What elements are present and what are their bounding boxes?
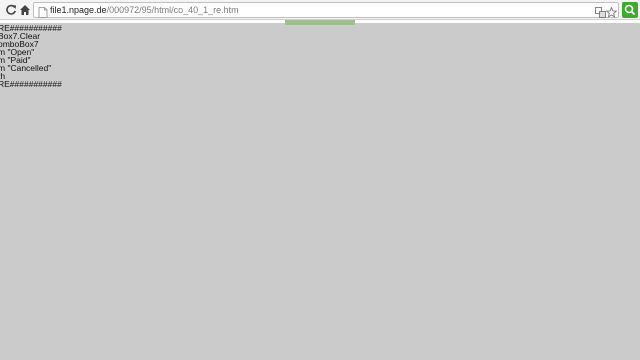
- reload-icon[interactable]: [4, 3, 18, 17]
- code-line: RE###########: [0, 79, 62, 89]
- url-host: file1.npage.de: [50, 5, 107, 15]
- page-content: RE########### Box7.Clear omboBox7 m "Ope…: [0, 24, 640, 360]
- star-icon[interactable]: [605, 5, 618, 18]
- page-icon: [38, 5, 48, 18]
- extension-icon[interactable]: [622, 2, 638, 18]
- translate-icon[interactable]: [595, 5, 606, 18]
- address-bar[interactable]: file1.npage.de/000972/95/html/co_40_1_re…: [33, 2, 619, 18]
- code-line: m "Cancelled": [0, 63, 52, 73]
- url-path: /000972/95/html/co_40_1_re.htm: [106, 5, 239, 15]
- home-icon[interactable]: [18, 3, 32, 17]
- code-text: RE########### Box7.Clear omboBox7 m "Ope…: [0, 24, 62, 88]
- url-text[interactable]: file1.npage.de/000972/95/html/co_40_1_re…: [50, 4, 239, 16]
- browser-toolbar: file1.npage.de/000972/95/html/co_40_1_re…: [0, 0, 640, 20]
